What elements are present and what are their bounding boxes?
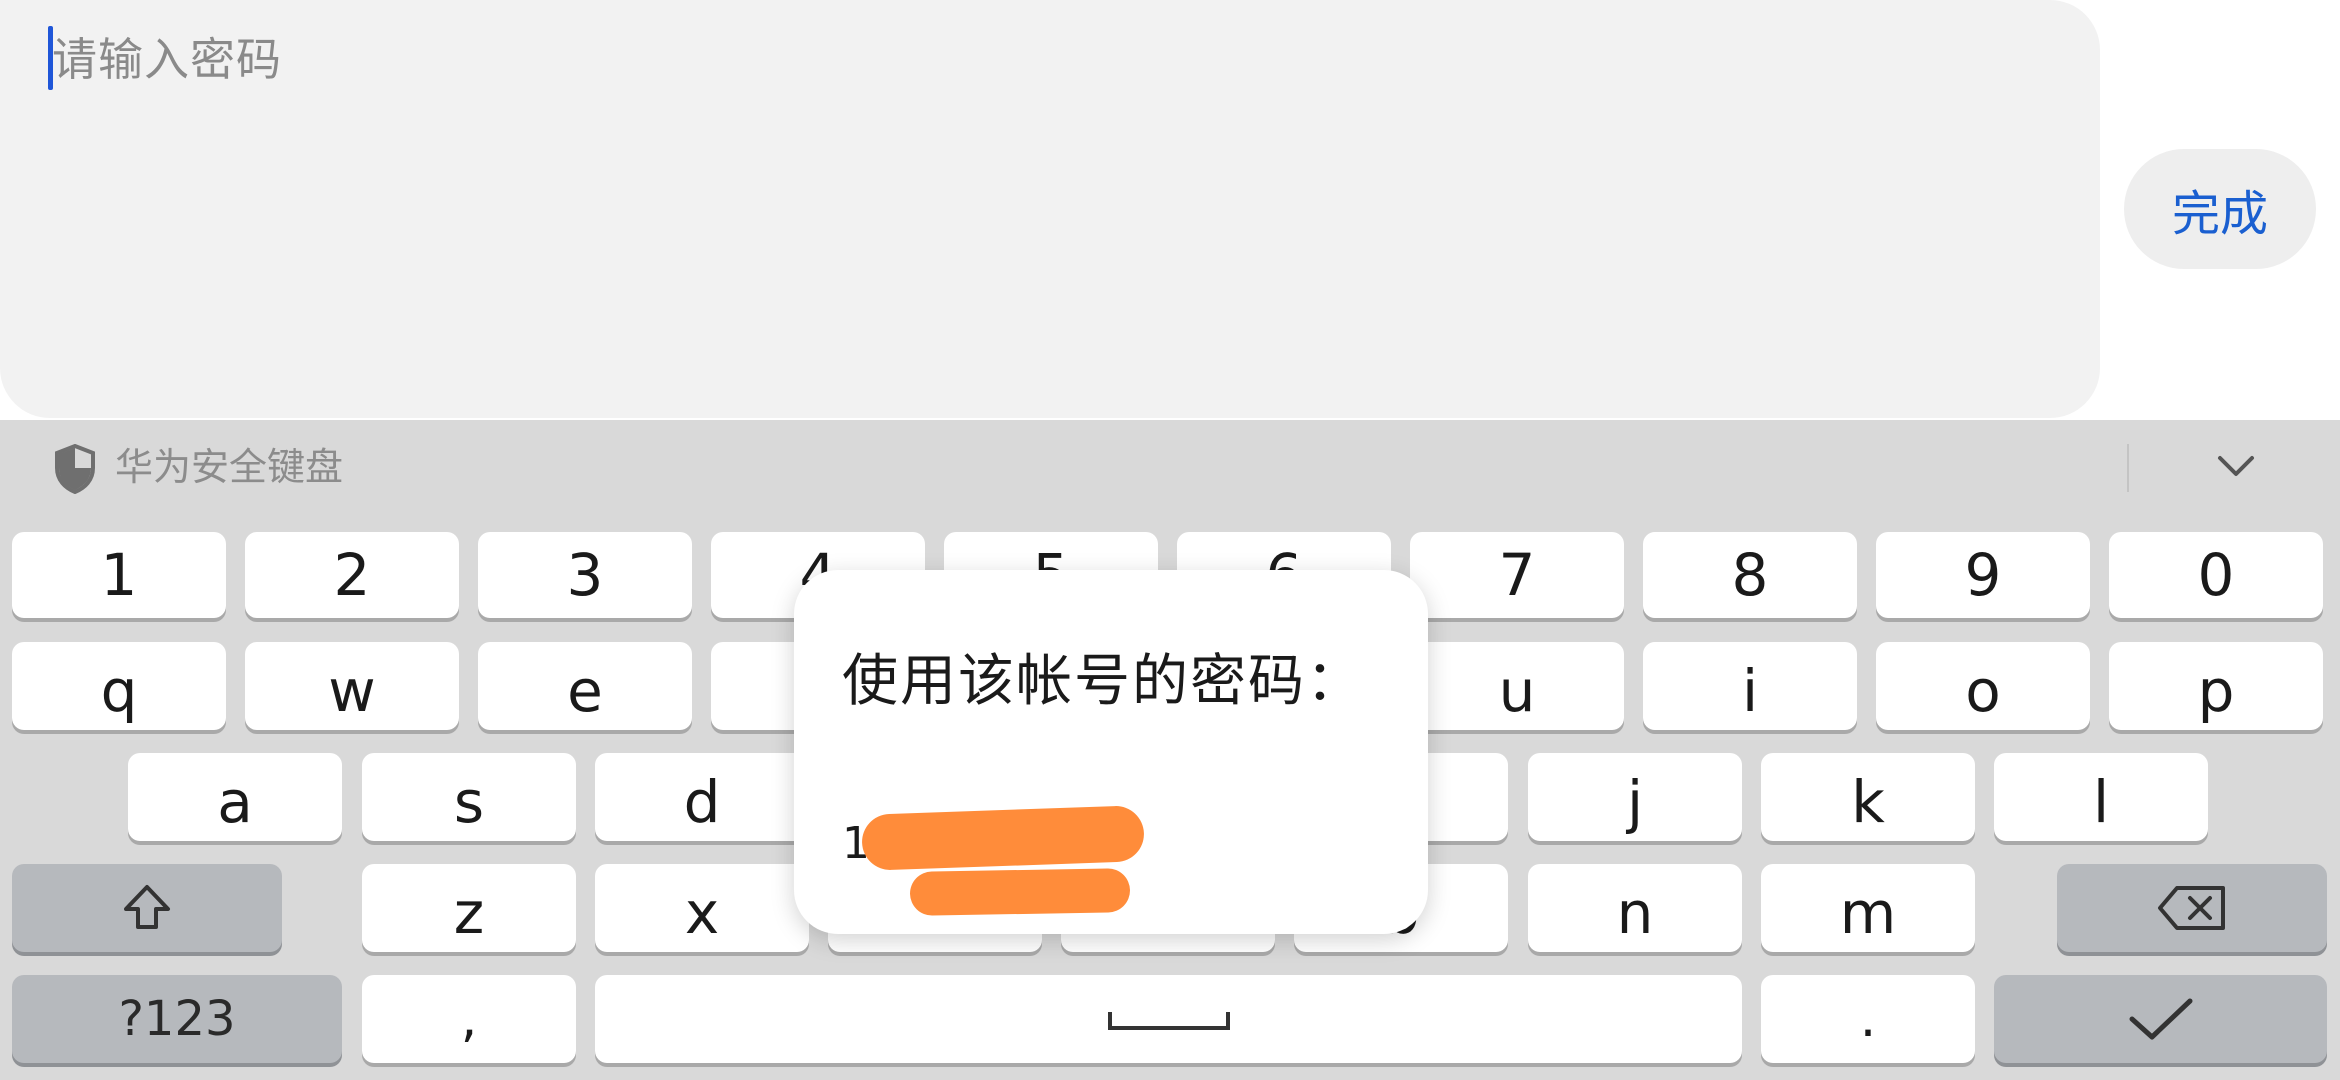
header-divider: [2127, 444, 2129, 492]
backspace-key[interactable]: [2057, 864, 2327, 952]
checkmark-icon: [2129, 998, 2192, 1040]
enter-key[interactable]: [1994, 975, 2327, 1063]
space-icon: [1107, 1012, 1230, 1030]
comma-key[interactable]: ,: [362, 975, 576, 1063]
keyboard-title: 华为安全键盘: [115, 445, 344, 489]
key-a[interactable]: a: [128, 753, 342, 841]
password-placeholder: 请输入密码: [52, 33, 283, 86]
key-m[interactable]: m: [1761, 864, 1975, 952]
key-l[interactable]: l: [1994, 753, 2208, 841]
key-s[interactable]: s: [362, 753, 576, 841]
key-1[interactable]: 1: [12, 532, 226, 618]
popup-title: 使用该帐号的密码：: [842, 649, 1364, 714]
space-key[interactable]: [595, 975, 1742, 1063]
keyboard-header: 华为安全键盘: [0, 420, 2340, 520]
key-i[interactable]: i: [1643, 642, 1857, 730]
key-z[interactable]: z: [362, 864, 576, 952]
key-q[interactable]: q: [12, 642, 226, 730]
password-suggestion-popup[interactable]: 使用该帐号的密码： 1: [794, 570, 1428, 934]
redaction-mark: [861, 805, 1145, 871]
key-o[interactable]: o: [1876, 642, 2090, 730]
key-d[interactable]: d: [595, 753, 809, 841]
key-u[interactable]: u: [1410, 642, 1624, 730]
key-n[interactable]: n: [1528, 864, 1742, 952]
password-input[interactable]: 请输入密码: [0, 0, 2100, 418]
key-x[interactable]: x: [595, 864, 809, 952]
key-j[interactable]: j: [1528, 753, 1742, 841]
screen: 请输入密码 完成 华为安全键盘 1 2 3 4 5 6 7 8 9 0 q w: [0, 0, 2340, 1080]
redaction-mark: [909, 868, 1131, 916]
key-e[interactable]: e: [478, 642, 692, 730]
shift-icon: [124, 885, 170, 929]
chevron-down-icon[interactable]: [2214, 444, 2258, 488]
key-w[interactable]: w: [245, 642, 459, 730]
key-0[interactable]: 0: [2109, 532, 2323, 618]
key-3[interactable]: 3: [478, 532, 692, 618]
shield-icon: [55, 444, 95, 494]
key-p[interactable]: p: [2109, 642, 2323, 730]
backspace-icon: [2158, 886, 2225, 930]
done-button[interactable]: 完成: [2124, 149, 2316, 269]
key-9[interactable]: 9: [1876, 532, 2090, 618]
key-k[interactable]: k: [1761, 753, 1975, 841]
shift-key[interactable]: [12, 864, 282, 952]
key-2[interactable]: 2: [245, 532, 459, 618]
period-key[interactable]: .: [1761, 975, 1975, 1063]
symbols-key[interactable]: ?123: [12, 975, 342, 1063]
key-7[interactable]: 7: [1410, 532, 1624, 618]
key-8[interactable]: 8: [1643, 532, 1857, 618]
